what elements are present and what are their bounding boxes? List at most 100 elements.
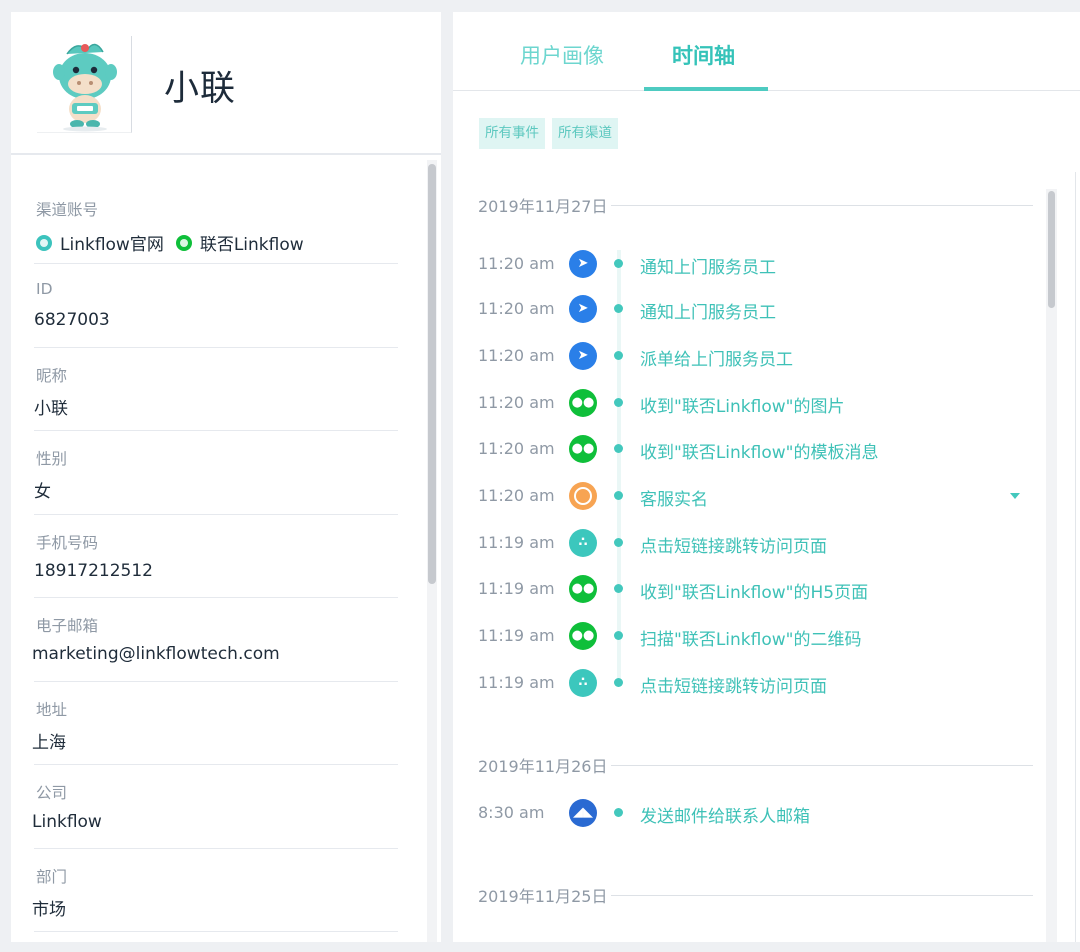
- channel-account[interactable]: 联否Linkflow: [200, 230, 304, 255]
- event-title[interactable]: 收到"联否Linkflow"的H5页面: [640, 578, 868, 603]
- timeline-event[interactable]: 11:20 am ●● 收到"联否Linkflow"的模板消息: [453, 434, 1033, 464]
- tab-timeline[interactable]: 时间轴: [672, 40, 735, 70]
- profile-scrollbar[interactable]: [427, 160, 437, 942]
- info-value: 小联: [34, 398, 68, 419]
- timeline-dot: [614, 584, 623, 593]
- event-time: 11:19 am: [478, 626, 555, 645]
- timeline-event[interactable]: 11:20 am ➤ 通知上门服务员工: [453, 294, 1033, 324]
- info-value: Linkflow: [32, 812, 102, 832]
- timeline-event[interactable]: 11:20 am ➤ 通知上门服务员工: [453, 249, 1033, 279]
- info-label: 地址: [36, 700, 68, 719]
- tab-user-profile[interactable]: 用户画像: [520, 40, 604, 70]
- linkflow-icon: ∴: [569, 529, 597, 557]
- timeline-dot: [614, 538, 623, 547]
- timeline-dot: [614, 398, 623, 407]
- timeline-event[interactable]: 8:30 am ◢◣ 发送邮件给联系人邮箱: [453, 798, 1033, 828]
- timeline-event[interactable]: 11:19 am ●● 收到"联否Linkflow"的H5页面: [453, 574, 1033, 604]
- info-item-nickname: 昵称 小联: [34, 348, 398, 431]
- filter-all-events[interactable]: 所有事件: [479, 118, 545, 149]
- info-item-channel: 渠道账号 Linkflow官网 联否Linkflow: [34, 157, 398, 264]
- timeline-dot: [614, 351, 623, 360]
- telegram-icon: ➤: [569, 295, 597, 323]
- panel-edge-divider: [1075, 172, 1076, 942]
- info-item-id: ID 6827003: [34, 264, 398, 348]
- info-label: 公司: [36, 784, 68, 802]
- mail-icon: ◢◣: [569, 799, 597, 827]
- timeline-date-header: 2019年11月25日: [478, 883, 1033, 907]
- event-title[interactable]: 扫描"联否Linkflow"的二维码: [640, 625, 861, 650]
- timeline-date: 2019年11月25日: [478, 883, 612, 907]
- date-divider: [608, 765, 1033, 766]
- timeline-event[interactable]: 11:20 am ●● 收到"联否Linkflow"的图片: [453, 388, 1033, 418]
- timeline-event[interactable]: 11:19 am ∴ 点击短链接跳转访问页面: [453, 668, 1033, 698]
- event-title[interactable]: 点击短链接跳转访问页面: [640, 672, 827, 697]
- timeline-dot: [614, 808, 623, 817]
- timeline-date: 2019年11月26日: [478, 753, 612, 777]
- event-title[interactable]: 收到"联否Linkflow"的模板消息: [640, 438, 878, 463]
- wechat-channel-icon: [175, 234, 192, 251]
- info-label: 渠道账号: [36, 201, 99, 219]
- info-item-department: 部门 市场: [32, 849, 398, 932]
- event-title[interactable]: 收到"联否Linkflow"的图片: [640, 392, 844, 417]
- info-value: 女: [34, 482, 51, 502]
- wechat-icon: ●●: [569, 622, 597, 650]
- event-time: 11:20 am: [478, 254, 555, 273]
- timeline-list[interactable]: 2019年11月27日 11:20 am ➤ 通知上门服务员工 11:20 am…: [453, 187, 1053, 942]
- info-item-gender: 性别 女: [34, 431, 398, 515]
- tab-bar: 用户画像 时间轴: [453, 12, 1080, 91]
- event-title[interactable]: 通知上门服务员工: [640, 253, 776, 278]
- event-title[interactable]: 点击短链接跳转访问页面: [640, 532, 827, 557]
- wechat-icon: ●●: [569, 435, 597, 463]
- user-profile-panel: 小联 渠道账号 Linkflow官网 联否Linkflow ID 6827003…: [11, 12, 441, 942]
- timeline-dot: [614, 678, 623, 687]
- profile-info-list[interactable]: 渠道账号 Linkflow官网 联否Linkflow ID 6827003 昵称…: [11, 157, 441, 942]
- profile-scrollbar-thumb[interactable]: [428, 164, 436, 584]
- date-divider: [608, 205, 1033, 206]
- timeline-filters: 所有事件 所有渠道: [479, 118, 618, 149]
- event-time: 11:19 am: [478, 533, 555, 552]
- telegram-icon: ➤: [569, 250, 597, 278]
- event-title[interactable]: 客服实名: [640, 485, 708, 510]
- info-label: 电子邮箱: [36, 617, 99, 635]
- event-title[interactable]: 发送邮件给联系人邮箱: [640, 802, 810, 827]
- info-label: 手机号码: [36, 533, 99, 552]
- event-time: 8:30 am: [478, 803, 545, 822]
- timeline-dot: [614, 259, 623, 268]
- timeline-event[interactable]: 11:19 am ●● 扫描"联否Linkflow"的二维码: [453, 621, 1033, 651]
- date-divider: [608, 895, 1033, 896]
- info-value: 上海: [32, 732, 66, 753]
- timeline-event[interactable]: 11:20 am ➤ 派单给上门服务员工: [453, 341, 1033, 371]
- filter-all-channels[interactable]: 所有渠道: [552, 118, 618, 149]
- info-value: marketing@linkflowtech.com: [32, 644, 280, 664]
- event-time: 11:19 am: [478, 673, 555, 692]
- timeline-event[interactable]: 11:19 am ∴ 点击短链接跳转访问页面: [453, 528, 1033, 558]
- linkflow-icon: ∴: [569, 669, 597, 697]
- active-tab-indicator: [644, 87, 768, 91]
- info-label: 性别: [36, 450, 68, 468]
- info-value: 6827003: [34, 310, 110, 330]
- profile-name: 小联: [164, 69, 237, 109]
- timeline-dot: [614, 444, 623, 453]
- event-title[interactable]: 派单给上门服务员工: [640, 345, 793, 370]
- info-label: 部门: [36, 867, 68, 886]
- info-item-email: 电子邮箱 marketing@linkflowtech.com: [32, 598, 398, 682]
- info-label: 昵称: [36, 366, 68, 385]
- channel-account[interactable]: Linkflow官网: [60, 230, 164, 255]
- event-time: 11:20 am: [478, 439, 555, 458]
- profile-header: 小联: [11, 12, 441, 155]
- event-title[interactable]: 通知上门服务员工: [640, 298, 776, 323]
- timeline-scrollbar-thumb[interactable]: [1048, 191, 1055, 308]
- info-item-address: 地址 上海: [32, 682, 398, 765]
- telegram-icon: ➤: [569, 342, 597, 370]
- event-time: 11:20 am: [478, 299, 555, 318]
- avatar: [37, 36, 132, 133]
- timeline-dot: [614, 304, 623, 313]
- linkflow-channel-icon: [36, 234, 52, 251]
- timeline-date: 2019年11月27日: [478, 193, 612, 217]
- info-value: 18917212512: [34, 560, 153, 581]
- timeline-scrollbar[interactable]: [1046, 189, 1057, 942]
- expand-chevron-down-icon[interactable]: [1010, 493, 1020, 499]
- mascot-avatar-icon: [37, 36, 131, 132]
- timeline-event[interactable]: 11:20 am 客服实名: [453, 481, 1033, 511]
- timeline-dot: [614, 631, 623, 640]
